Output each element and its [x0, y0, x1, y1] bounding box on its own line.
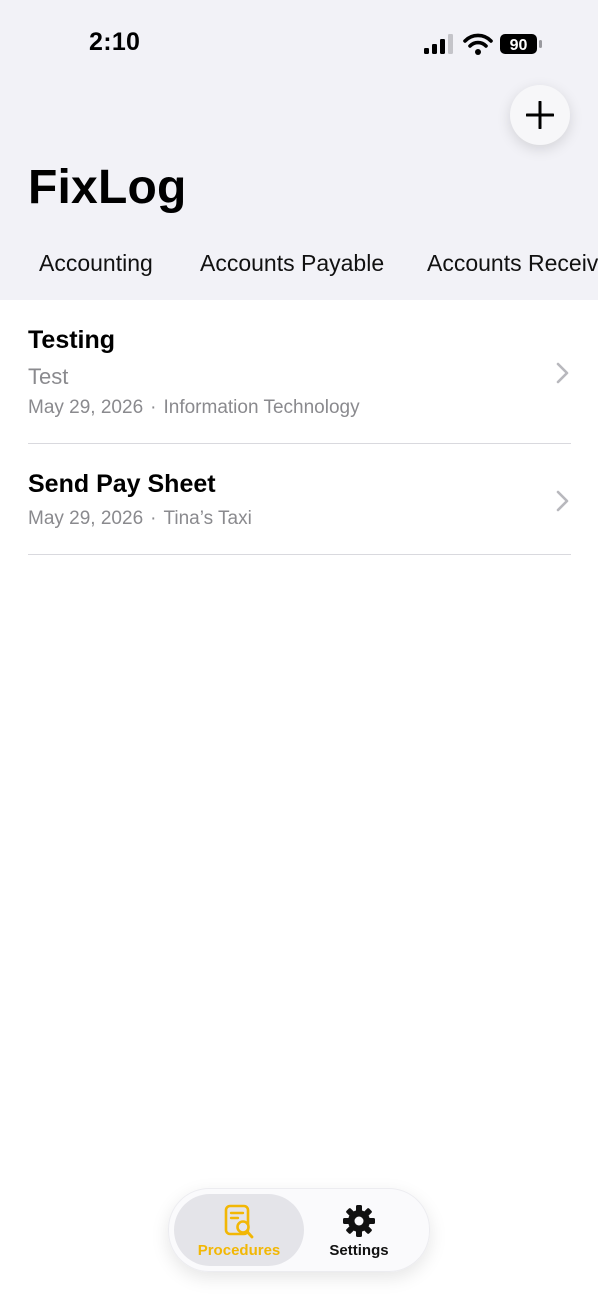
add-procedure-button[interactable] [510, 85, 570, 145]
category-tab-accounts-payable[interactable]: Accounts Payable [200, 250, 384, 277]
procedure-subtitle: Test [28, 364, 69, 389]
tab-bar: Procedures Settings [168, 1188, 430, 1272]
wifi-icon [463, 33, 493, 55]
plus-icon [526, 101, 554, 129]
tab-settings[interactable]: Settings [299, 1194, 419, 1266]
procedure-title: Testing [28, 326, 116, 354]
gear-icon [343, 1205, 375, 1237]
tab-label: Procedures [197, 1242, 281, 1259]
procedure-department: Tina’s Taxi [163, 508, 252, 529]
procedure-date: May 29, 2026 [28, 508, 144, 529]
category-tab-accounting[interactable]: Accounting [39, 250, 153, 277]
cellular-signal-icon [424, 34, 453, 54]
procedure-row[interactable]: Send Pay Sheet May 29, 2026 · Tina’s Taxi [28, 444, 571, 555]
meta-separator: · [150, 397, 157, 418]
chevron-right-icon [556, 362, 569, 384]
chevron-right-icon [556, 490, 569, 512]
status-icons: 90 [424, 33, 542, 55]
procedure-title: Send Pay Sheet [28, 470, 216, 498]
battery-level: 90 [510, 37, 528, 54]
category-tab-accounts-receivable[interactable]: Accounts Receivable [427, 250, 598, 277]
procedure-meta: May 29, 2026 · Information Technology [28, 397, 360, 419]
procedure-row[interactable]: Testing Test May 29, 2026 · Information Te… [28, 300, 571, 444]
procedure-department: Information Technology [163, 397, 360, 418]
meta-separator: · [150, 508, 157, 529]
tab-label: Settings [329, 1242, 389, 1259]
status-time: 2:10 [89, 28, 141, 56]
battery-icon: 90 [500, 34, 542, 54]
header-area: 2:10 90 FixLog Accounting Accounts Payab… [0, 0, 598, 300]
category-filter-bar: Accounting Accounts Payable Accounts Rec… [0, 240, 598, 290]
document-search-icon [224, 1204, 254, 1239]
app-title: FixLog [28, 161, 187, 214]
procedure-meta: May 29, 2026 · Tina’s Taxi [28, 508, 252, 530]
procedure-date: May 29, 2026 [28, 397, 144, 418]
tab-procedures[interactable]: Procedures [174, 1194, 304, 1266]
